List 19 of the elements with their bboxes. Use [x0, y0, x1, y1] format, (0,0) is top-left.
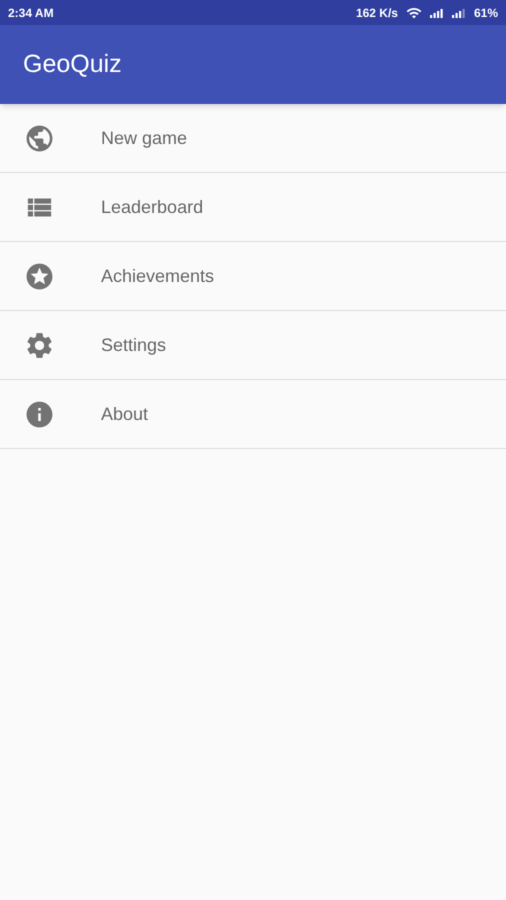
globe-icon [24, 122, 55, 154]
battery-level: 61% [474, 4, 498, 22]
status-time: 2:34 AM [8, 4, 54, 22]
network-speed: 162 K/s [356, 4, 398, 22]
menu-item-label: New game [101, 126, 188, 150]
menu-item[interactable]: Settings [0, 311, 506, 380]
menu-item-label: Settings [101, 334, 166, 357]
menu-item[interactable]: About [0, 380, 506, 449]
menu-item[interactable]: Leaderboard [0, 173, 506, 242]
star-icon [24, 260, 55, 292]
menu-item-label: About [101, 402, 148, 426]
menu-item[interactable]: Achievements [0, 242, 506, 311]
signal-icon [452, 8, 466, 18]
menu-item-label: Leaderboard [101, 196, 204, 218]
app-title: GeoQuiz [23, 48, 122, 80]
menu-item[interactable]: New game [0, 104, 506, 173]
signal-icon [430, 8, 444, 18]
info-icon [24, 398, 55, 430]
menu-item-label: Achievements [101, 264, 214, 288]
